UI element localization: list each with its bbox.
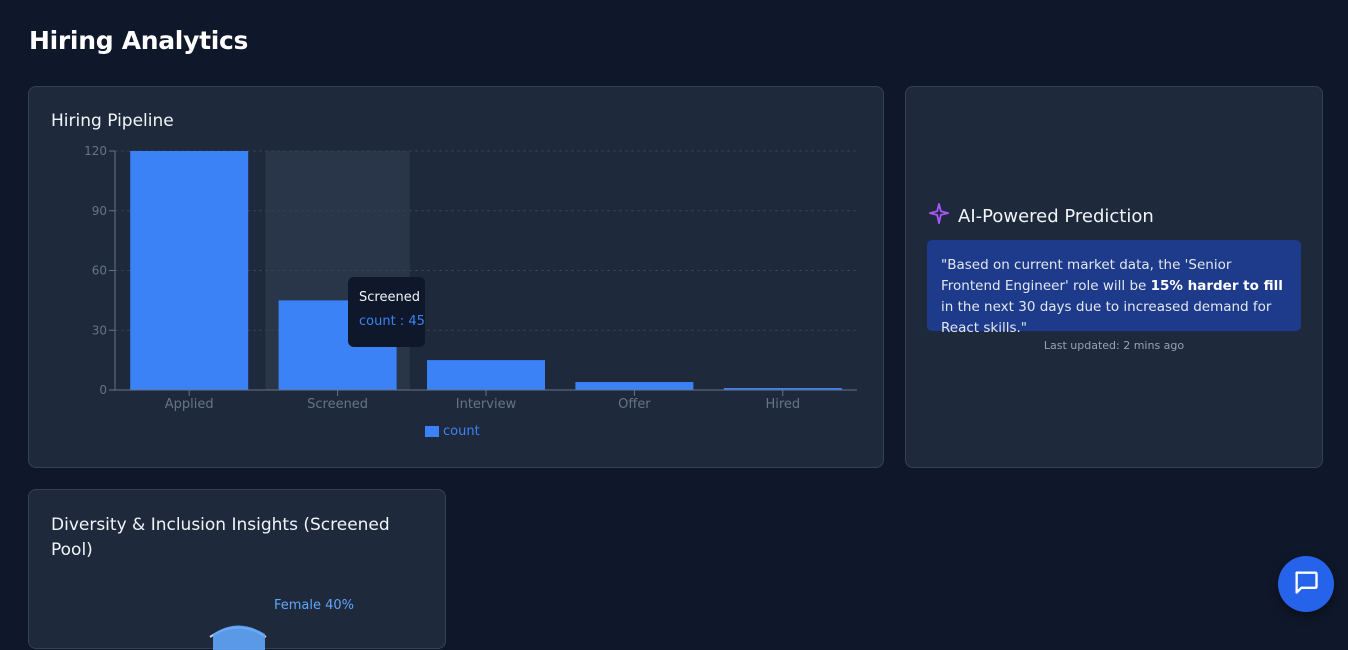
y-tick-label: 90	[92, 204, 107, 218]
quote-text-end: in the next 30 days due to increased dem…	[941, 299, 1271, 336]
page-title: Hiring Analytics	[29, 26, 248, 55]
sparkle-icon	[928, 203, 950, 229]
legend-swatch	[425, 426, 439, 437]
x-tick-label: Hired	[765, 397, 800, 412]
x-tick-label: Screened	[307, 397, 368, 412]
ai-prediction-title: AI-Powered Prediction	[958, 206, 1154, 227]
pipeline-bar-chart[interactable]: 0306090120AppliedScreenedInterviewOfferH…	[29, 87, 885, 469]
x-tick-label: Applied	[165, 397, 214, 412]
bar-offer[interactable]	[575, 382, 693, 390]
y-tick-label: 30	[92, 323, 107, 337]
chart-legend[interactable]: count	[425, 424, 480, 439]
chat-icon	[1292, 568, 1320, 600]
diversity-insights-card: Diversity & Inclusion Insights (Screened…	[28, 489, 446, 649]
x-tick-label: Offer	[618, 397, 651, 412]
ai-prediction-quote: "Based on current market data, the 'Seni…	[927, 240, 1301, 331]
quote-highlight: 15% harder to fill	[1151, 278, 1283, 294]
legend-label: count	[443, 424, 480, 439]
bar-applied[interactable]	[130, 151, 248, 390]
ai-prediction-header: AI-Powered Prediction	[928, 203, 1154, 229]
pie-label-female: Female 40%	[274, 598, 354, 613]
y-tick-label: 0	[99, 383, 107, 397]
last-updated-text: Last updated: 2 mins ago	[906, 339, 1322, 352]
ai-prediction-card: AI-Powered Prediction "Based on current …	[905, 86, 1323, 468]
diversity-pie-chart[interactable]	[29, 490, 447, 650]
hiring-pipeline-card: Hiring Pipeline 0306090120AppliedScreene…	[28, 86, 884, 468]
y-tick-label: 60	[92, 264, 107, 278]
tooltip-label: Screened	[359, 290, 425, 305]
chart-tooltip: Screened count : 45	[348, 277, 425, 347]
bar-interview[interactable]	[427, 360, 545, 390]
tooltip-value: count : 45	[359, 314, 425, 329]
chat-button[interactable]	[1278, 556, 1334, 612]
pie-slice-female[interactable]	[213, 626, 265, 650]
y-tick-label: 120	[84, 144, 107, 158]
x-tick-label: Interview	[456, 397, 517, 412]
